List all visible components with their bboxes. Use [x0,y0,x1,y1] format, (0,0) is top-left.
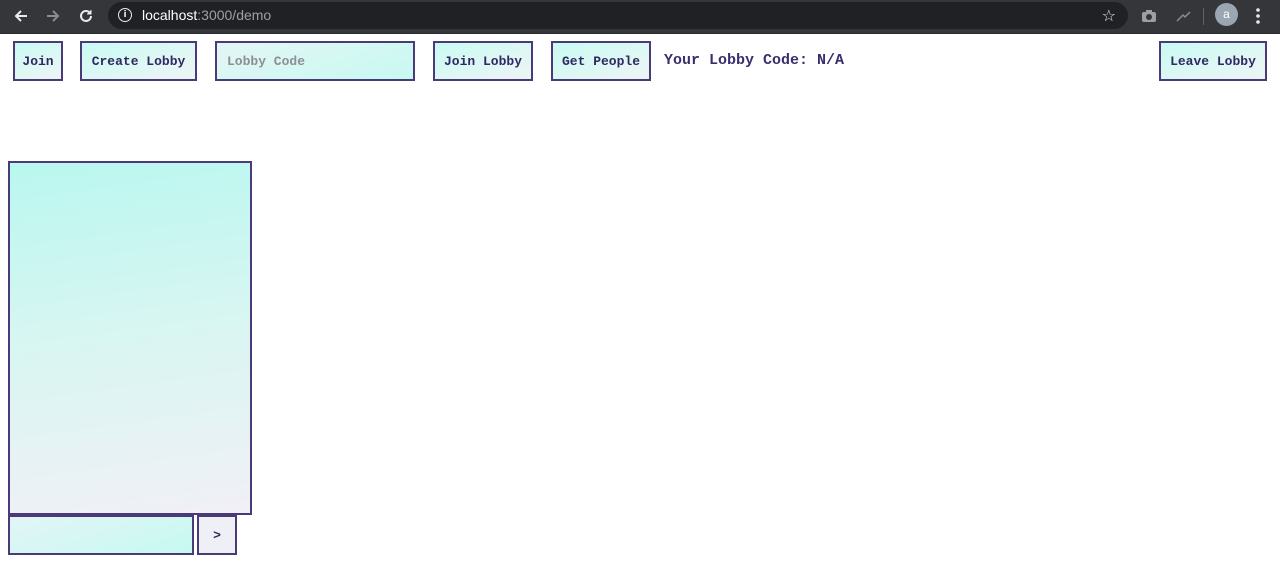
star-icon[interactable]: ☆ [1102,7,1116,24]
lobby-code-label: Your Lobby Code: N/A [664,52,845,69]
chat-input-field[interactable] [8,515,194,555]
info-icon[interactable]: i [118,8,132,22]
join-button[interactable]: Join [13,41,63,81]
join-lobby-button[interactable]: Join Lobby [433,41,533,81]
camera-icon[interactable] [1137,4,1161,28]
url-host: localhost [142,7,198,23]
leave-lobby-button[interactable]: Leave Lobby [1159,41,1267,81]
extension-icon[interactable] [1171,4,1195,28]
chat-messages-panel [8,161,252,515]
reload-icon[interactable] [73,3,99,29]
url-path: :3000/demo [197,7,272,23]
chat-message-input[interactable] [10,517,192,553]
lobby-code-field[interactable] [215,41,415,81]
toolbar-divider [1203,8,1204,25]
address-bar[interactable]: i localhost:3000/demo ☆ [108,2,1128,29]
menu-icon[interactable] [1246,4,1270,28]
forward-icon[interactable] [40,3,66,29]
url-text[interactable]: localhost:3000/demo [142,7,271,24]
lobby-code-input[interactable] [217,43,413,79]
get-people-button[interactable]: Get People [551,41,651,81]
profile-avatar[interactable]: a [1215,3,1238,26]
back-icon[interactable] [8,3,34,29]
create-lobby-button[interactable]: Create Lobby [80,41,197,81]
send-button[interactable]: > [197,515,237,555]
browser-toolbar: i localhost:3000/demo ☆ a [0,0,1280,34]
